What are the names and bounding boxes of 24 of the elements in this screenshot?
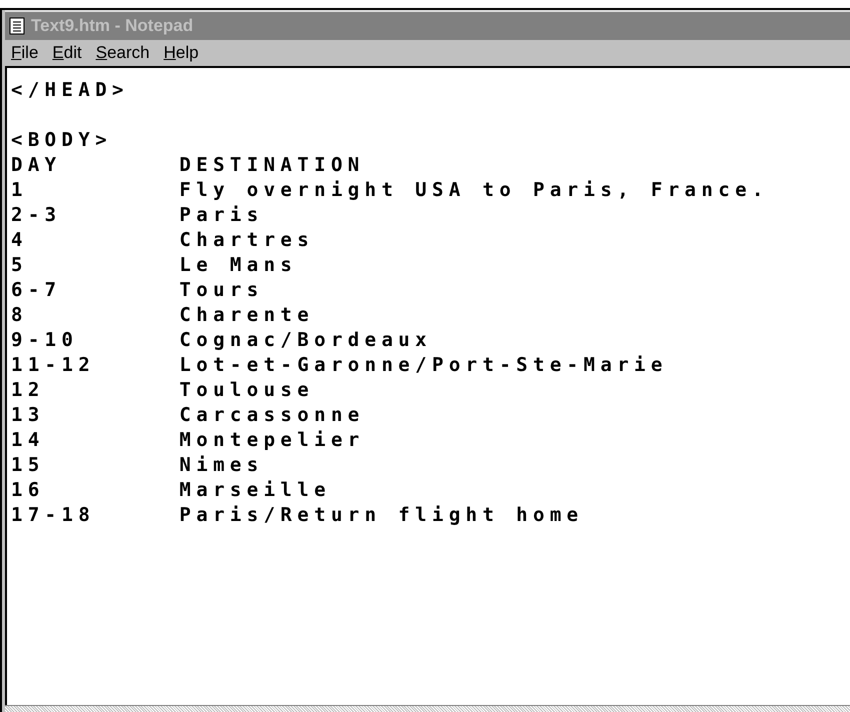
text-line: 1 Fly overnight USA to Paris, France.	[11, 178, 770, 203]
text-line: DAY DESTINATION	[11, 153, 366, 178]
menu-item[interactable]: Help	[164, 43, 199, 63]
text-line: 4 Chartres	[11, 228, 316, 253]
window-title: Text9.htm - Notepad	[31, 16, 194, 36]
text-line: 12 Toulouse	[11, 378, 316, 403]
menu-item[interactable]: File	[11, 43, 38, 63]
text-line: 9-10 Cognac/Bordeaux	[11, 328, 433, 353]
text-line: 8 Charente	[11, 303, 316, 328]
text-line: </HEAD>	[11, 78, 130, 103]
text-line: <BODY>	[11, 128, 114, 153]
menu-item[interactable]: Edit	[52, 43, 82, 63]
text-line: 5 Le Mans	[11, 253, 298, 278]
text-line: 6-7 Tours	[11, 278, 265, 303]
text-line: 11-12 Lot-et-Garonne/Port-Ste-Marie	[11, 353, 669, 378]
text-line: 17-18 Paris/Return flight home	[11, 503, 585, 528]
text-line: 16 Marseille	[11, 478, 332, 503]
text-line: 14 Montepelier	[11, 428, 366, 453]
text-line: 13 Carcassonne	[11, 403, 366, 428]
text-line: 2-3 Paris	[11, 203, 265, 228]
menu-item[interactable]: Search	[96, 43, 150, 63]
horizontal-scrollbar[interactable]	[5, 705, 850, 712]
text-line: 15 Nimes	[11, 453, 265, 478]
notepad-icon	[9, 17, 25, 35]
